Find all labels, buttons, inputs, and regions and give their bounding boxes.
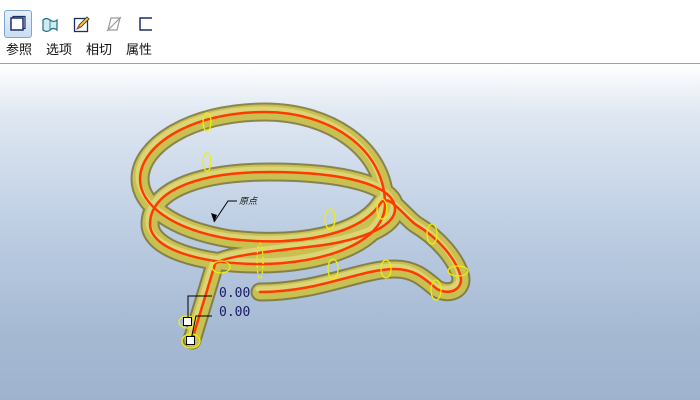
end-point-handle[interactable] [186,336,195,345]
sketch-edit-button[interactable] [68,10,96,38]
origin-note: 原点 [239,196,258,207]
tab-options[interactable]: 选项 [39,42,79,60]
dimension-value-1[interactable]: 0.00 [219,286,250,301]
tab-properties[interactable]: 属性 [119,42,159,60]
dashboard-tabs: 参照 选项 相切 属性 [0,42,159,60]
origin-annotation: 原点 [211,196,258,223]
dimension-value-2[interactable]: 0.00 [219,305,250,320]
reference-icon [10,15,26,31]
sketch-edit-icon [73,16,90,33]
dashboard-icon-row [4,10,160,40]
section-button[interactable] [132,10,160,38]
plane-disabled-icon [106,16,122,32]
sweep-dashboard: 参照 选项 相切 属性 [0,0,700,64]
section-icon [139,17,152,31]
tab-tangency[interactable]: 相切 [79,42,119,60]
model-viewport[interactable]: 原点 0.00 0.00 [0,64,700,400]
tab-references[interactable]: 参照 [0,42,39,60]
start-point-handle[interactable] [183,317,192,326]
surface-button[interactable] [36,10,64,38]
reference-button[interactable] [4,10,32,38]
plane-button[interactable] [100,10,128,38]
sweep-preview[interactable]: 原点 0.00 0.00 [0,64,700,400]
surface-icon [42,17,58,33]
